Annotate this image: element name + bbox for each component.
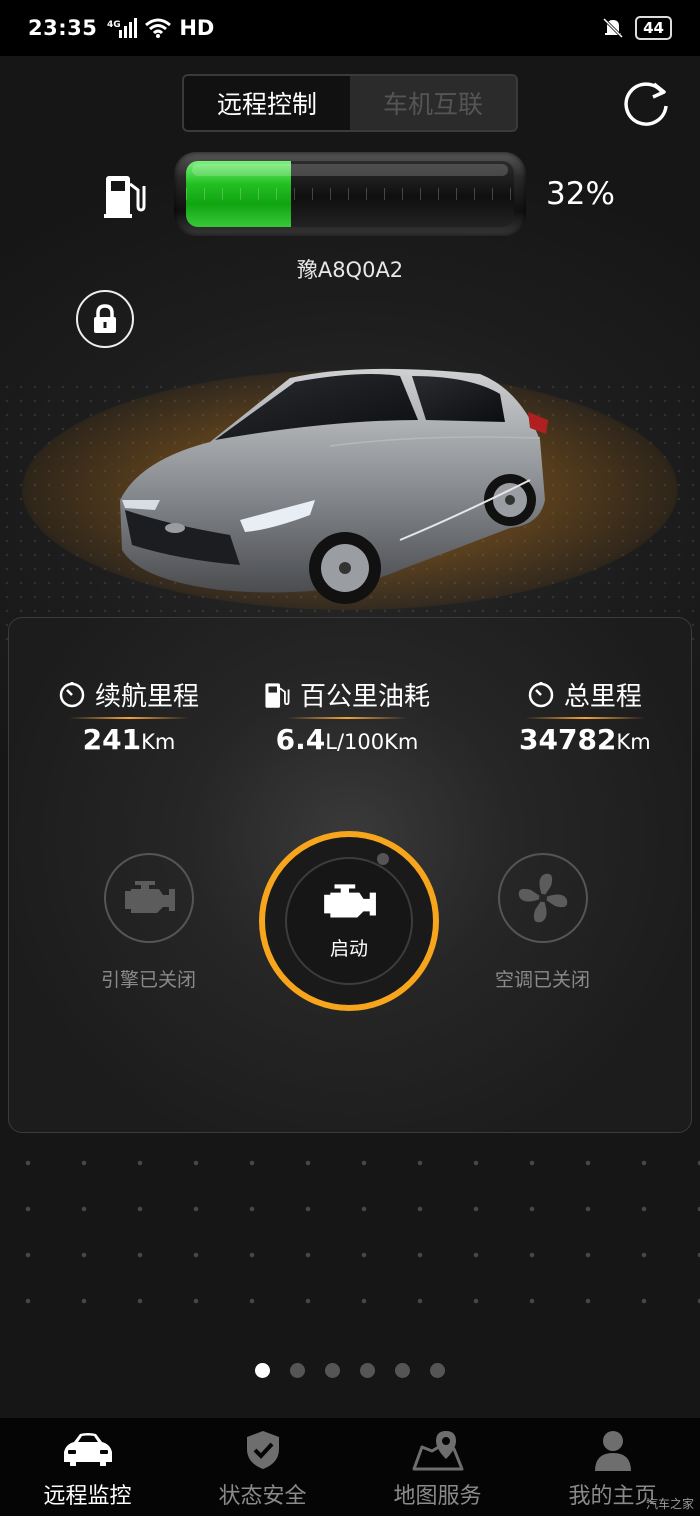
stat-underline [287, 717, 407, 719]
stat-range-number: 241 [82, 723, 142, 756]
stat-odometer-number: 34782 [519, 723, 617, 756]
fuel-percent: 32% [546, 176, 615, 212]
timer-icon [59, 681, 85, 707]
engine-icon [124, 881, 175, 913]
fuel-gauge-track [186, 161, 514, 227]
nav-status-security[interactable]: 状态安全 [175, 1418, 350, 1516]
engine-icon [324, 883, 376, 918]
vehicle-info-card: 续航里程 241Km 百公里油耗 6.4L/100Km 总里程 34782Km [8, 617, 692, 1133]
hd-indicator: HD [179, 16, 215, 40]
network-indicators: 4G HD [107, 16, 214, 40]
stat-fuel-label-row: 百公里油耗 [264, 676, 430, 713]
start-button-inner[interactable]: 启动 [285, 857, 413, 985]
page-indicator [0, 1363, 700, 1378]
page-dot[interactable] [255, 1363, 270, 1378]
fuel-gauge-gloss [192, 164, 508, 176]
nav-label-map-service: 地图服务 [393, 1484, 482, 1509]
page-dot[interactable] [360, 1363, 375, 1378]
stat-range: 续航里程 241Km [59, 676, 199, 756]
stat-range-value: 241Km [83, 723, 176, 756]
bottom-nav: 远程监控 状态安全 地图服务 我的主页 汽车之家 [0, 1418, 700, 1516]
car-icon [63, 1433, 112, 1466]
nav-map-service[interactable]: 地图服务 [350, 1418, 525, 1516]
battery-indicator: 44 [635, 16, 672, 40]
nav-label-remote-monitor: 远程监控 [43, 1484, 132, 1509]
stat-odometer-label: 总里程 [563, 682, 642, 712]
person-icon [594, 1431, 631, 1471]
stat-fuel-number: 6.4 [275, 723, 326, 756]
engine-status-label: 引擎已关闭 [101, 969, 197, 991]
stat-range-label: 续航里程 [95, 682, 200, 712]
start-label: 启动 [329, 937, 368, 960]
ac-button[interactable] [497, 853, 588, 943]
lock-icon [94, 304, 116, 333]
ac-status-label: 空调已关闭 [495, 969, 591, 991]
shield-check-icon [246, 1431, 279, 1469]
nav-label-status-security: 状态安全 [218, 1484, 307, 1509]
car-image [120, 368, 548, 604]
engine-button[interactable] [103, 853, 194, 943]
mute-bell-icon [603, 17, 624, 39]
nav-icon-wrap [235, 1428, 291, 1472]
stat-odometer-value: 34782Km [519, 723, 651, 756]
map-pin-icon [412, 1431, 463, 1471]
nav-label-my-home: 我的主页 [568, 1484, 657, 1509]
stat-fuel-unit: L/100Km [325, 730, 419, 754]
page-dot[interactable] [395, 1363, 410, 1378]
stat-odometer: 总里程 34782Km [519, 676, 651, 756]
fuel-gauge [174, 152, 526, 236]
tab-car-connect[interactable]: 车机互联 [350, 76, 516, 130]
ac-control[interactable]: 空调已关闭 [495, 853, 590, 992]
fuel-gauge-ticks [186, 188, 514, 200]
signal-icon: 4G [107, 18, 138, 38]
nav-icon-wrap [585, 1428, 641, 1472]
fan-icon [518, 873, 567, 923]
status-time: 23:35 [28, 16, 98, 40]
svg-text:4G: 4G [107, 20, 121, 30]
nav-icon-wrap [410, 1428, 466, 1472]
stat-underline [524, 717, 645, 719]
status-bar: 23:35 4G HD 44 [0, 0, 700, 56]
license-plate: 豫A8Q0A2 [296, 258, 404, 282]
nav-remote-monitor[interactable]: 远程监控 [0, 1418, 175, 1516]
page-dot[interactable] [325, 1363, 340, 1378]
car-display [0, 340, 700, 630]
stat-odometer-label-row: 总里程 [528, 676, 642, 713]
fuel-pump-icon [265, 682, 290, 708]
tab-remote-control[interactable]: 远程控制 [184, 76, 350, 130]
nav-icon-wrap [60, 1428, 116, 1472]
watermark: 汽车之家 [645, 1497, 694, 1511]
fuel-pump-icon [104, 176, 146, 218]
refresh-icon[interactable] [620, 78, 672, 130]
dot-pattern [0, 1140, 700, 1340]
stat-underline [69, 717, 189, 719]
stat-odometer-unit: Km [616, 730, 651, 754]
mode-switch: 远程控制 车机互联 [182, 74, 518, 132]
page-dot[interactable] [430, 1363, 445, 1378]
stat-fuel-label: 百公里油耗 [300, 682, 431, 712]
stat-range-unit: Km [141, 730, 176, 754]
timer-icon [528, 681, 554, 707]
start-indicator-dot [377, 853, 389, 865]
stat-range-label-row: 续航里程 [59, 676, 199, 713]
wifi-icon [145, 18, 172, 38]
stat-fuel-consumption: 百公里油耗 6.4L/100Km [264, 676, 430, 756]
stat-fuel-value: 6.4L/100Km [276, 723, 419, 756]
engine-control[interactable]: 引擎已关闭 [101, 853, 196, 992]
start-button[interactable]: 启动 [259, 831, 439, 1011]
page-dot[interactable] [290, 1363, 305, 1378]
